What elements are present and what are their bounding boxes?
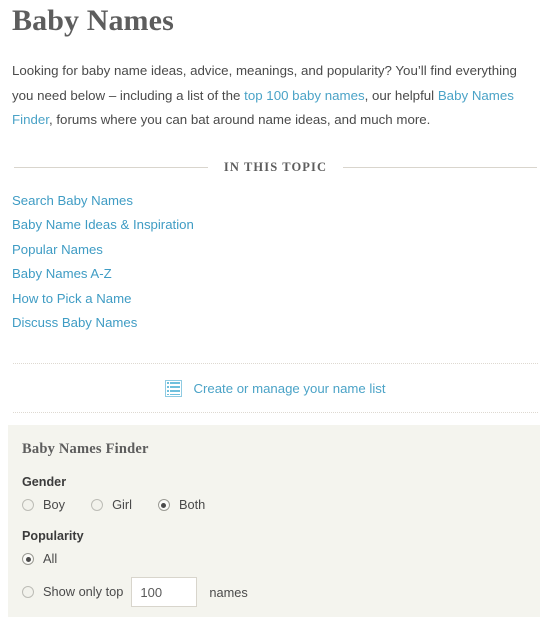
create-manage-name-list-link[interactable]: Create or manage your name list	[165, 379, 386, 397]
radio-icon-both[interactable]	[157, 499, 170, 512]
radio-icon-boy[interactable]	[22, 499, 34, 512]
gender-field-label: Gender	[22, 475, 67, 490]
list-item: Popular Names	[12, 238, 539, 263]
list-item: Baby Names A-Z	[12, 262, 539, 287]
finder-panel-title: Baby Names Finder	[22, 441, 149, 458]
gender-option-boy-label: Boy	[43, 497, 66, 513]
topic-link-baby-name-ideas-inspiration[interactable]: Baby Name Ideas & Inspiration	[12, 213, 194, 238]
in-this-topic-label: IN THIS TOPIC	[223, 159, 328, 174]
list-item: Baby Name Ideas & Inspiration	[12, 213, 539, 238]
divider-below-name-list	[13, 412, 538, 414]
create-manage-name-list-label: Create or manage your name list	[193, 380, 386, 396]
gender-option-girl-label: Girl	[112, 497, 132, 513]
list-item: Search Baby Names	[12, 189, 539, 214]
list-item: How to Pick a Name	[12, 287, 539, 312]
topic-link-discuss-baby-names[interactable]: Discuss Baby Names	[12, 311, 137, 336]
topic-link-popular-names[interactable]: Popular Names	[12, 238, 103, 263]
intro-paragraph: Looking for baby name ideas, advice, mea…	[12, 38, 539, 133]
radio-icon-show-only-top[interactable]	[22, 586, 34, 599]
intro-text-part-3: , forums where you can bat around name i…	[48, 112, 431, 127]
top-count-suffix-label: names	[209, 584, 248, 600]
popularity-option-show-only-top[interactable]: Show only top	[22, 585, 123, 599]
page-title: Baby Names	[12, 4, 174, 37]
intro-text-part-2: , our helpful	[364, 87, 438, 103]
in-this-topic-heading: IN THIS TOPIC	[12, 160, 539, 175]
topic-link-how-to-pick-a-name[interactable]: How to Pick a Name	[12, 287, 131, 312]
topic-link-baby-names-a-z[interactable]: Baby Names A-Z	[12, 262, 112, 287]
baby-names-page: Baby Names Looking for baby name ideas, …	[0, 0, 549, 617]
top-count-input[interactable]	[131, 577, 198, 608]
name-list-row: Create or manage your name list	[12, 364, 539, 412]
gender-option-both[interactable]: Both	[157, 497, 206, 513]
gender-option-boy[interactable]: Boy	[22, 498, 65, 512]
topic-link-search-baby-names[interactable]: Search Baby Names	[12, 189, 133, 214]
list-icon	[165, 379, 183, 397]
popularity-option-show-only-top-label: Show only top	[43, 584, 124, 600]
popularity-option-all[interactable]: All	[22, 552, 57, 566]
topic-link-list: Search Baby Names Baby Name Ideas & Insp…	[12, 175, 539, 337]
gender-option-girl[interactable]: Girl	[91, 498, 132, 512]
popularity-option-all-label: All	[43, 551, 58, 567]
popularity-radio-group: All Show only top names	[8, 552, 540, 608]
radio-icon-all[interactable]	[22, 553, 34, 566]
radio-icon-girl[interactable]	[91, 499, 104, 512]
list-item: Discuss Baby Names	[12, 311, 539, 336]
gender-option-both-label: Both	[178, 497, 206, 513]
heading-rule-right	[343, 166, 538, 168]
popularity-option-top-row: Show only top names	[22, 577, 540, 608]
popularity-field-label: Popularity	[22, 529, 84, 544]
top-100-baby-names-link[interactable]: top 100 baby names	[244, 88, 365, 103]
content-column: Baby Names Looking for baby name ideas, …	[0, 0, 549, 414]
popularity-option-all-row: All	[22, 552, 540, 566]
heading-rule-left	[14, 166, 208, 168]
baby-names-finder-panel: Baby Names Finder Gender Boy Girl Both P…	[8, 425, 540, 617]
gender-radio-group: Boy Girl Both	[22, 498, 540, 512]
